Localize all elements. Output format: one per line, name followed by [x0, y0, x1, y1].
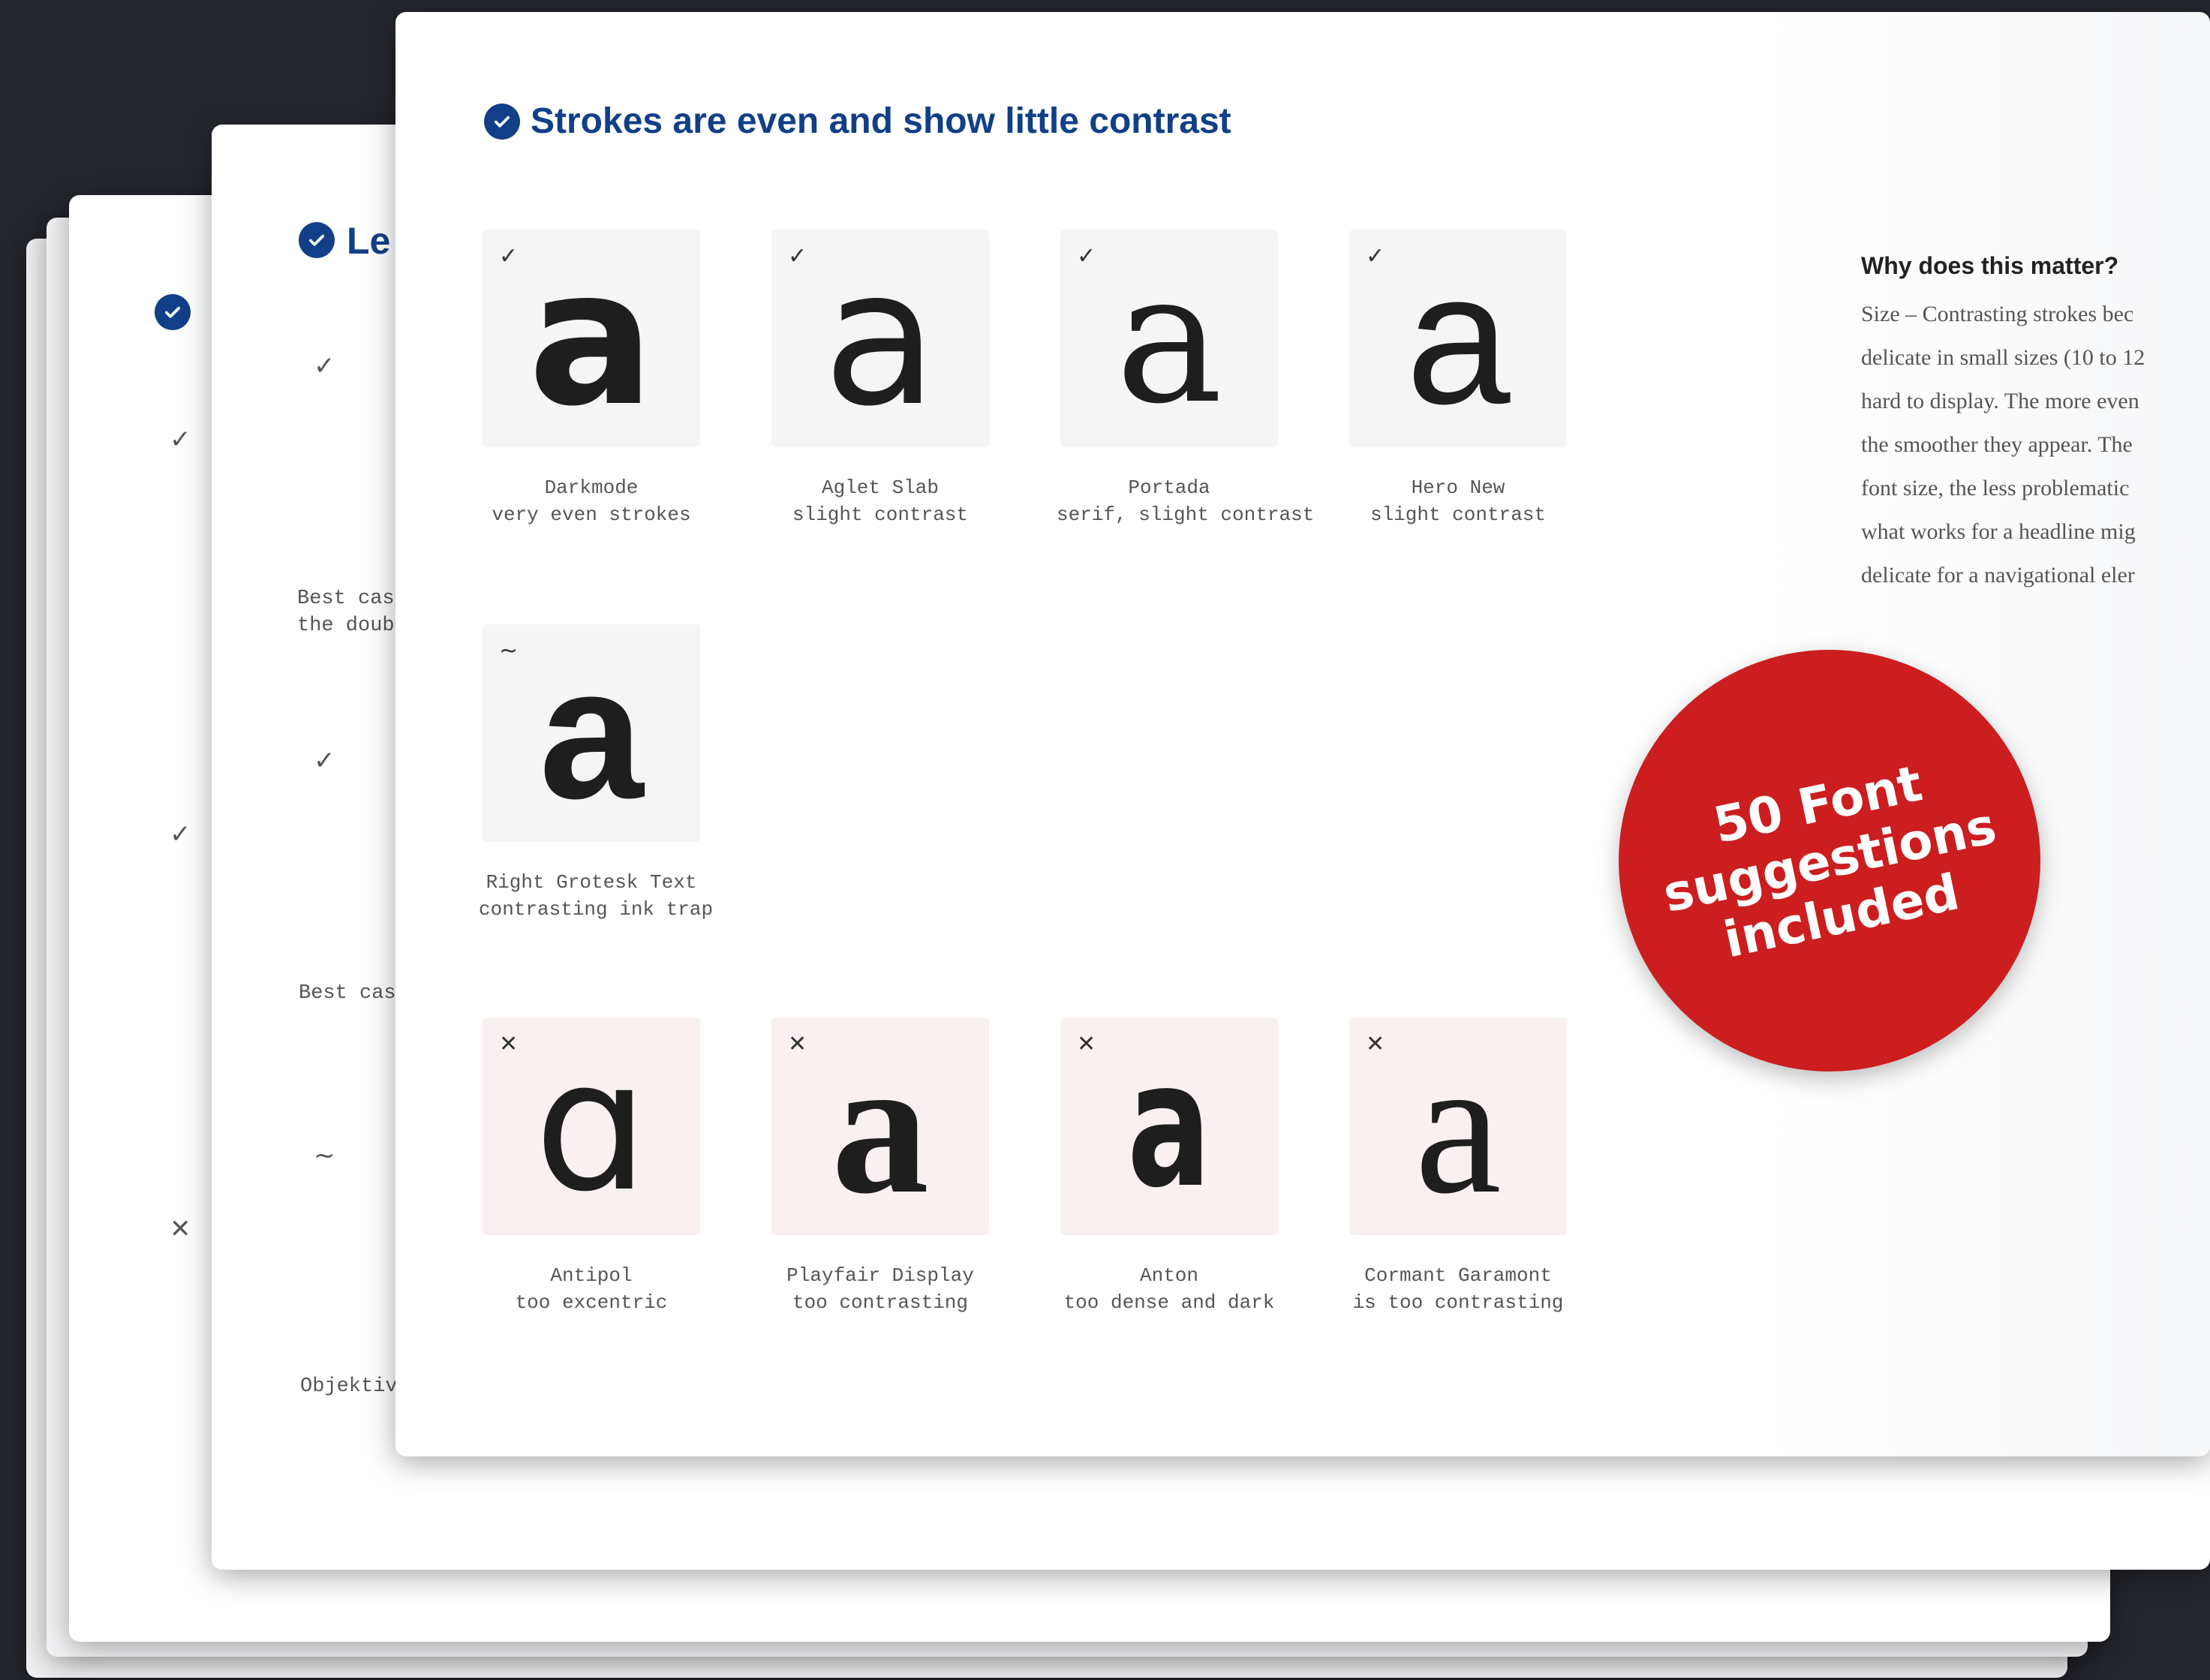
check-mark-icon: ✓: [314, 746, 335, 776]
font-sample-darkmode: ✓ a Darkmode very even strokes: [479, 230, 704, 528]
font-sample-hero-new: ✓ a Hero New slight contrast: [1346, 230, 1571, 528]
font-note: too excentric: [515, 1291, 668, 1314]
font-note: serif, slight contrast: [1057, 503, 1315, 526]
cross-mark-icon: ✕: [170, 1214, 191, 1244]
glyph: a: [528, 229, 655, 447]
glyph: a: [1415, 1018, 1502, 1234]
font-name: Playfair Display: [786, 1264, 974, 1287]
middle-card-text: Best case the doubl: [297, 588, 407, 637]
font-sample-aglet-slab: ✓ a Aglet Slab slight contrast: [768, 230, 993, 528]
font-sample-antipol: ✕ ɑ Antipol too excentric: [479, 1017, 704, 1316]
glyph: ɑ: [534, 1021, 649, 1231]
font-name: Portada: [1128, 476, 1210, 499]
check-badge-icon: [299, 222, 335, 258]
font-name: Hero New: [1411, 476, 1505, 499]
why-heading: Why does this matter?: [1861, 252, 2119, 279]
glyph: a: [1115, 233, 1223, 443]
glyph: a: [822, 229, 938, 447]
font-name: Darkmode: [544, 476, 639, 499]
middle-card-text: Objektiv: [300, 1375, 398, 1398]
font-note: very even strokes: [492, 503, 691, 526]
font-note: slight contrast: [1370, 503, 1547, 526]
font-name: Cormant Garamont: [1364, 1264, 1552, 1287]
font-note: slight contrast: [792, 503, 969, 526]
check-badge-icon: [155, 294, 191, 330]
font-name: Anton: [1139, 1264, 1198, 1287]
font-sample-right-grotesk-text: ~ a Right Grotesk Text contrasting ink t…: [479, 624, 714, 923]
middle-card-text: Best case: [299, 982, 408, 1005]
section-title: Strokes are even and show little contras…: [531, 101, 1231, 141]
glyph: a: [1406, 233, 1511, 443]
font-sample-portada: ✓ a Portada serif, slight contrast: [1057, 230, 1315, 528]
glyph: a: [831, 1018, 929, 1234]
font-note: too dense and dark: [1063, 1291, 1275, 1314]
check-mark-icon: ✓: [314, 351, 335, 381]
check-mark-icon: ✓: [170, 425, 191, 455]
middle-card-title: Le: [347, 220, 391, 262]
glyph: a: [539, 628, 644, 837]
why-body: Size – Contrasting strokes bec delicate …: [1861, 302, 2145, 588]
font-note: too contrasting: [792, 1291, 969, 1314]
font-sample-cormant-garamont: ✕ a Cormant Garamont is too contrasting: [1346, 1017, 1571, 1316]
font-name: Right Grotesk Text: [486, 871, 697, 894]
font-sample-playfair-display: ✕ a Playfair Display too contrasting: [768, 1017, 993, 1316]
glyph: a: [1127, 1026, 1211, 1226]
font-name: Aglet Slab: [821, 476, 940, 499]
font-sample-anton: ✕ a Anton too dense and dark: [1057, 1017, 1282, 1316]
promo-badge: 50 Font suggestions included: [1619, 650, 2040, 1071]
section-heading: Strokes are even and show little contras…: [484, 101, 1231, 142]
check-mark-icon: ✓: [170, 819, 191, 849]
check-badge-icon: [484, 103, 520, 140]
tilde-mark-icon: ~: [314, 1141, 335, 1171]
font-note: is too contrasting: [1352, 1291, 1564, 1314]
font-name: Antipol: [550, 1264, 633, 1287]
font-note: contrasting ink trap: [479, 898, 714, 921]
